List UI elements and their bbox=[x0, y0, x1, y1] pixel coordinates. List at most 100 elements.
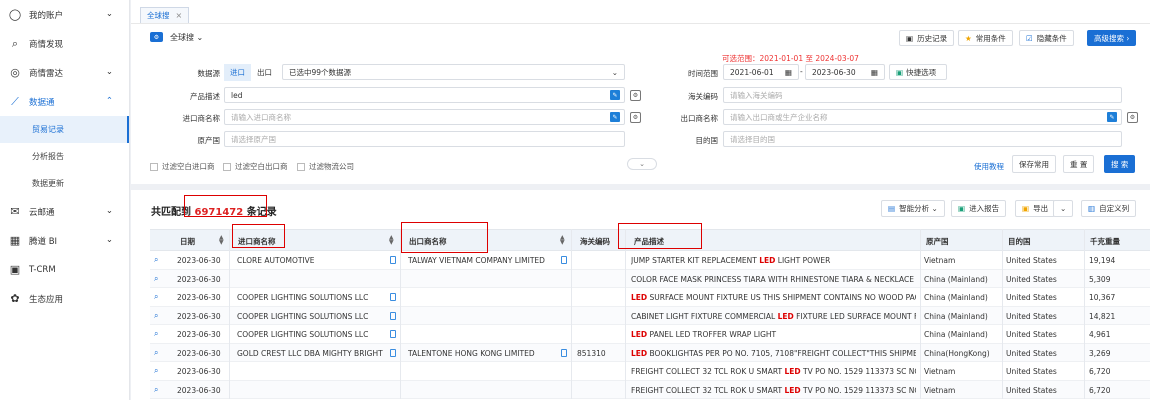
multi-edit-icon[interactable]: ✎ bbox=[1107, 112, 1117, 122]
document-icon[interactable] bbox=[390, 330, 396, 338]
hs-code-input[interactable]: 请输入海关编码 bbox=[723, 87, 1122, 103]
sidebar-item[interactable]: ⟋ 数据通 ⌃ bbox=[0, 87, 129, 116]
time-range-label: 时间范围 bbox=[688, 69, 718, 78]
cell-description: JUMP STARTER KIT REPLACEMENT LED LIGHT P… bbox=[631, 256, 831, 265]
settings-icon[interactable]: ⚙ bbox=[630, 90, 641, 101]
search-icon[interactable]: ⌕ bbox=[154, 348, 158, 358]
smart-analysis-button[interactable]: ▤ 智能分析 ⌄ bbox=[881, 200, 945, 217]
close-icon[interactable]: × bbox=[176, 11, 183, 20]
favorites-button[interactable]: ★ 常用条件 bbox=[958, 30, 1013, 46]
search-icon[interactable]: ⌕ bbox=[154, 385, 158, 395]
hide-conditions-button[interactable]: ☑ 隐藏条件 bbox=[1019, 30, 1074, 46]
source-import-option[interactable]: 进口 bbox=[224, 63, 251, 81]
chevron-down-icon: ⌄ bbox=[105, 206, 113, 216]
date-to-input[interactable]: 2023-06-30 ▦ bbox=[805, 64, 885, 80]
sidebar-subitem[interactable]: 数据更新 bbox=[0, 170, 129, 197]
scope-icon: ⚙ bbox=[150, 32, 163, 42]
history-button[interactable]: ▣ 历史记录 bbox=[899, 30, 955, 46]
search-icon[interactable]: ⌕ bbox=[154, 366, 158, 376]
search-button[interactable]: 搜 索 bbox=[1104, 155, 1136, 173]
reset-button[interactable]: 重 置 bbox=[1063, 155, 1095, 173]
sidebar-item[interactable]: ◎ 商情雷达 ⌄ bbox=[0, 58, 129, 87]
sidebar-item[interactable]: ⌕ 商情发现 bbox=[0, 29, 129, 58]
source-export-option[interactable]: 出口 bbox=[251, 64, 278, 81]
cell-exporter[interactable]: TALENTONE HONG KONG LIMITED bbox=[408, 349, 558, 358]
document-icon[interactable] bbox=[390, 293, 396, 301]
table-row[interactable]: ⌕ 2023-06-30 COOPER LIGHTING SOLUTIONS LLC… bbox=[150, 288, 1150, 307]
sidebar-item[interactable]: ✉ 云邮通 ⌄ bbox=[0, 197, 129, 226]
multi-edit-icon[interactable]: ✎ bbox=[610, 112, 620, 122]
filter-logistics-checkbox[interactable]: 过滤物流公司 bbox=[297, 161, 354, 172]
collapse-button[interactable]: ⌄ bbox=[627, 158, 657, 170]
cell-origin: Vietnam bbox=[924, 367, 956, 376]
document-icon[interactable] bbox=[390, 311, 396, 320]
col-origin: 原产国 bbox=[926, 237, 949, 246]
origin-select[interactable]: 请选择原产国 bbox=[224, 131, 625, 147]
cell-importer[interactable]: COOPER LIGHTING SOLUTIONS LLC bbox=[237, 312, 387, 321]
table-row[interactable]: ⌕ 2023-06-30 COLOR FACE MASK PRINCESS TIAR… bbox=[150, 269, 1150, 288]
source-select[interactable]: 已选中99个数据源 ⌄ bbox=[282, 64, 625, 80]
enter-report-button[interactable]: ▣ 进入报告 bbox=[951, 200, 1007, 217]
destination-select[interactable]: 请选择目的国 bbox=[723, 131, 1122, 147]
cell-description: LED SURFACE MOUNT FIXTURE US THIS SHIPME… bbox=[631, 293, 916, 302]
exporter-input[interactable]: 请输入出口商或生产企业名称 bbox=[723, 109, 1122, 125]
keyword-highlight: LED bbox=[759, 256, 776, 265]
search-icon[interactable]: ⌕ bbox=[154, 255, 158, 265]
chevron-down-icon: ⌄ bbox=[105, 9, 113, 19]
cell-importer[interactable]: GOLD CREST LLC DBA MIGHTY BRIGHT bbox=[237, 349, 387, 358]
tab-global-search[interactable]: 全球搜 × bbox=[140, 7, 190, 23]
table-row[interactable]: ⌕ 2023-06-30 FREIGHT COLLECT 32 TCL ROK U … bbox=[150, 362, 1150, 381]
analysis-icon: ▤ bbox=[888, 204, 896, 213]
sidebar-item[interactable]: ◯ 我的账户 ⌄ bbox=[0, 0, 129, 29]
table-row[interactable]: ⌕ 2023-06-30 COOPER LIGHTING SOLUTIONS LLC… bbox=[150, 306, 1150, 325]
cell-origin: China (Mainland) bbox=[924, 293, 988, 302]
search-icon[interactable]: ⌕ bbox=[154, 274, 158, 284]
search-icon[interactable]: ⌕ bbox=[154, 292, 158, 302]
tutorial-link[interactable]: 使用教程 bbox=[974, 161, 1004, 172]
document-icon[interactable] bbox=[390, 256, 396, 264]
filter-blank-importer-checkbox[interactable]: 过滤空白进口商 bbox=[150, 161, 215, 172]
search-icon[interactable]: ⌕ bbox=[154, 311, 158, 321]
sort-icon[interactable]: ▲ ▼ bbox=[389, 235, 394, 246]
settings-icon[interactable]: ⚙ bbox=[630, 112, 641, 123]
date-separator: - bbox=[800, 67, 803, 76]
filter-blank-exporter-checkbox[interactable]: 过滤空白出口商 bbox=[223, 161, 288, 172]
settings-icon[interactable]: ⚙ bbox=[1127, 112, 1138, 123]
search-icon: ⌕ bbox=[11, 36, 19, 50]
sidebar-item[interactable]: ✿ 生态应用 bbox=[0, 284, 129, 313]
sort-icon[interactable]: ▲ ▼ bbox=[219, 235, 224, 246]
product-input[interactable]: led bbox=[224, 87, 625, 103]
scope-dropdown[interactable]: 全球搜 ⌄ bbox=[170, 32, 203, 43]
sort-icon[interactable]: ▲ ▼ bbox=[560, 235, 565, 246]
document-icon[interactable] bbox=[561, 256, 567, 264]
cell-origin: Vietnam bbox=[924, 256, 956, 265]
importer-input[interactable]: 请输入进口商名称 bbox=[224, 109, 625, 125]
table-row[interactable]: ⌕ 2023-06-30 GOLD CREST LLC DBA MIGHTY BRI… bbox=[150, 343, 1150, 362]
chart-line-icon: ⟋ bbox=[11, 94, 19, 108]
cell-weight: 4,961 bbox=[1089, 330, 1111, 339]
document-icon[interactable] bbox=[561, 348, 567, 357]
table-row[interactable]: ⌕ 2023-06-30 FREIGHT COLLECT 32 TCL ROK U … bbox=[150, 380, 1150, 399]
sidebar-subitem[interactable]: 分析报告 bbox=[0, 143, 129, 170]
table-row[interactable]: ⌕ 2023-06-30 COOPER LIGHTING SOLUTIONS LLC… bbox=[150, 325, 1150, 344]
sidebar-item[interactable]: ▦ 腾道 BI ⌄ bbox=[0, 226, 129, 255]
hs-code-label: 海关编码 bbox=[688, 92, 718, 101]
save-favorite-button[interactable]: 保存常用 bbox=[1012, 155, 1056, 173]
cell-importer[interactable]: CLORE AUTOMOTIVE bbox=[237, 256, 387, 265]
bi-icon: ▦ bbox=[9, 234, 21, 247]
cell-exporter[interactable]: TALWAY VIETNAM COMPANY LIMITED bbox=[408, 256, 558, 265]
multi-edit-icon[interactable]: ✎ bbox=[610, 90, 620, 100]
quick-options-button[interactable]: ▣ 快捷选项 bbox=[889, 64, 947, 80]
cell-importer[interactable]: COOPER LIGHTING SOLUTIONS LLC bbox=[237, 293, 387, 302]
sidebar-item[interactable]: ▣ T-CRM bbox=[0, 255, 129, 284]
document-icon[interactable] bbox=[390, 348, 396, 357]
sidebar-subitem[interactable]: 贸易记录 bbox=[0, 116, 129, 143]
cell-importer[interactable]: COOPER LIGHTING SOLUTIONS LLC bbox=[237, 330, 387, 339]
date-from-input[interactable]: 2021-06-01 ▦ bbox=[723, 64, 799, 80]
search-icon[interactable]: ⌕ bbox=[154, 329, 158, 339]
export-more-button[interactable]: ⌄ bbox=[1053, 200, 1074, 217]
advanced-search-button[interactable]: 高级搜索 › bbox=[1087, 30, 1137, 46]
custom-columns-button[interactable]: ▥ 自定义列 bbox=[1081, 200, 1137, 217]
export-button[interactable]: ▣ 导出 bbox=[1015, 200, 1056, 217]
table-row[interactable]: ⌕ 2023-06-30 CLORE AUTOMOTIVE TALWAY VIETNA… bbox=[150, 251, 1150, 270]
